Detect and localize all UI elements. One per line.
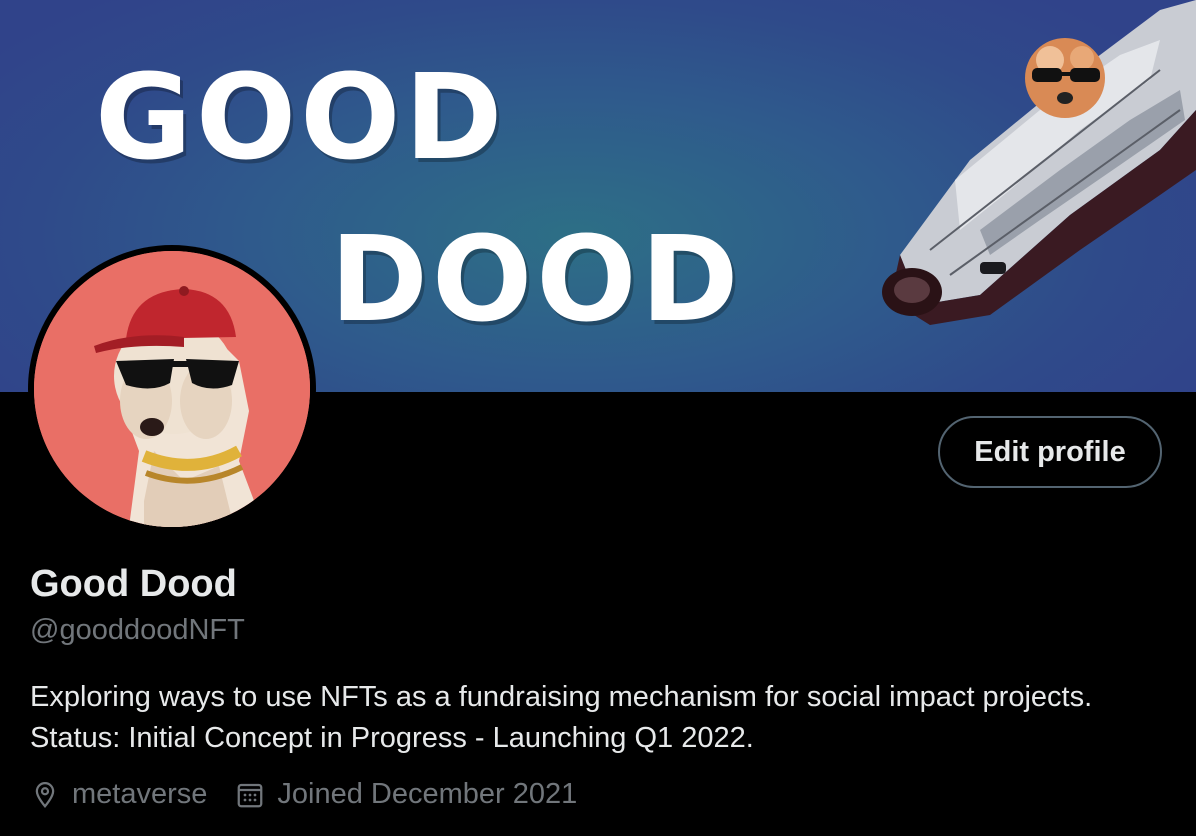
profile-meta: metaverse Joined December 2021 <box>30 778 605 811</box>
joined-text: Joined December 2021 <box>277 778 578 810</box>
bio-line-2: Status: Initial Concept in Progress - La… <box>30 722 754 754</box>
profile-avatar[interactable] <box>28 245 316 533</box>
edit-profile-button[interactable]: Edit profile <box>938 416 1162 488</box>
banner-title-line2: DOOD <box>330 210 743 348</box>
location-pin-icon <box>35 781 55 808</box>
profile-location: metaverse <box>30 778 207 811</box>
spaceship-illustration <box>882 0 1196 325</box>
dog-avatar-illustration <box>34 251 310 527</box>
profile-bio: Exploring ways to use NFTs as a fundrais… <box>30 677 1170 759</box>
profile-joined: Joined December 2021 <box>235 778 577 811</box>
calendar-icon <box>238 783 263 807</box>
profile-handle: @gooddoodNFT <box>30 614 245 646</box>
banner-title-line1: GOOD <box>95 48 507 186</box>
location-text: metaverse <box>72 778 208 810</box>
profile-display-name: Good Dood <box>30 563 237 605</box>
bio-line-1: Exploring ways to use NFTs as a fundrais… <box>30 681 1093 713</box>
